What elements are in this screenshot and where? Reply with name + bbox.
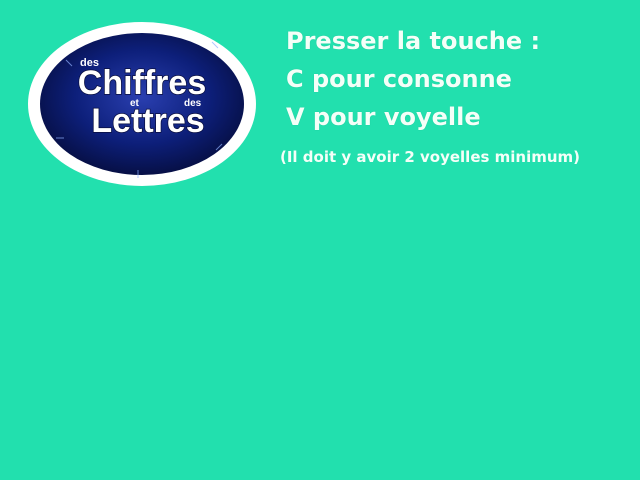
instruction-vowel-minimum-note: (Il doit y avoir 2 voyelles minimum) bbox=[280, 148, 581, 166]
logo-emblem: des Chiffres et des Lettres bbox=[28, 22, 256, 186]
show-logo: des Chiffres et des Lettres bbox=[26, 20, 258, 188]
logo-word-chiffres: Chiffres bbox=[78, 64, 206, 102]
instruction-vowel: V pour voyelle bbox=[286, 103, 481, 131]
instruction-press-key: Presser la touche : bbox=[286, 27, 541, 55]
instruction-consonant: C pour consonne bbox=[286, 65, 512, 93]
instructions-panel: Presser la touche : C pour consonne V po… bbox=[286, 22, 540, 136]
logo-word-lettres: Lettres bbox=[91, 102, 204, 140]
